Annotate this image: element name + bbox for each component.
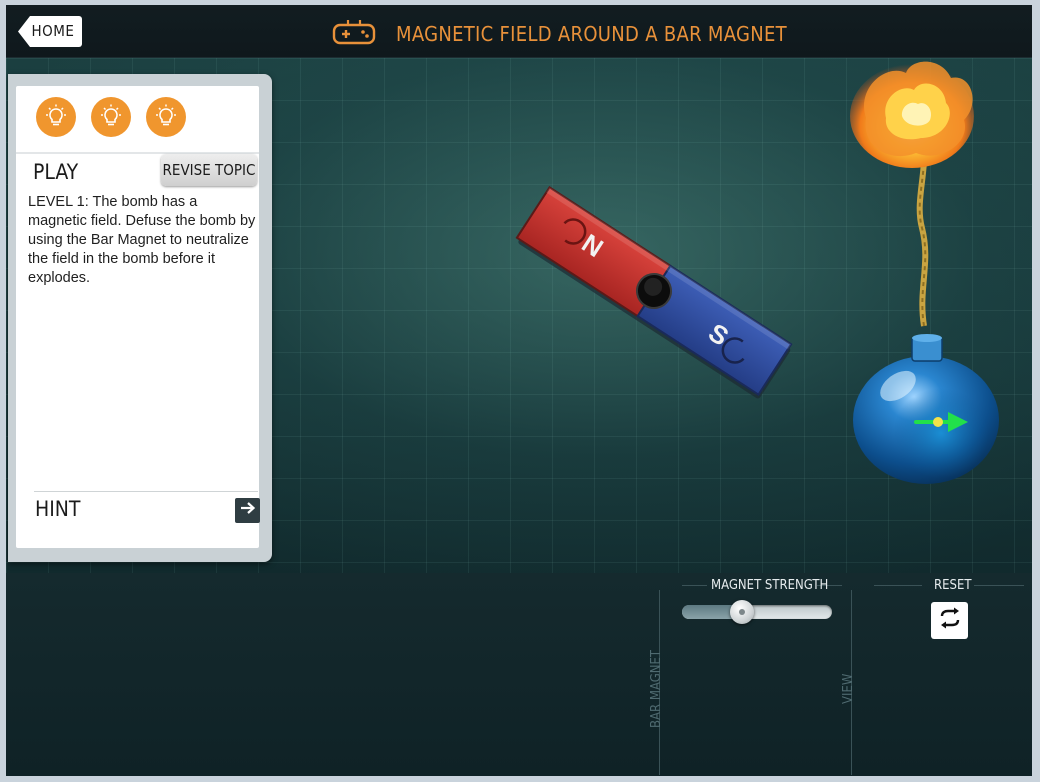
home-button[interactable]: HOME <box>18 16 82 47</box>
refresh-icon <box>939 607 961 634</box>
view-tab[interactable]: VIEW <box>841 674 856 704</box>
hint-button[interactable] <box>235 498 260 523</box>
bar-magnet-tab[interactable]: BAR MAGNET <box>649 650 664 728</box>
hint-divider <box>34 491 258 492</box>
header-bar: HOME MAGNETIC FIELD AROUND A BAR MAGNET <box>6 5 1032 58</box>
level-panel: PLAY REVISE TOPIC LEVEL 1: The bomb has … <box>8 74 272 562</box>
level-description: LEVEL 1: The bomb has a magnetic field. … <box>28 194 256 286</box>
divider-line <box>874 585 922 586</box>
hint-heading: HINT <box>35 497 81 521</box>
divider-line <box>974 585 1024 586</box>
hint-bulbs <box>36 97 186 137</box>
control-bar <box>6 573 1032 776</box>
bomb <box>853 127 999 484</box>
divider-line <box>682 585 707 586</box>
magnet-strength-label: MAGNET STRENGTH <box>711 578 829 593</box>
bar-magnet[interactable] <box>515 186 794 399</box>
slider-thumb[interactable] <box>730 600 754 624</box>
title-group: MAGNETIC FIELD AROUND A BAR MAGNET <box>332 19 787 49</box>
reset-button[interactable] <box>931 602 968 639</box>
fire-icon <box>850 61 974 168</box>
page-title: MAGNETIC FIELD AROUND A BAR MAGNET <box>396 22 787 46</box>
revise-topic-button[interactable]: REVISE TOPIC <box>161 154 257 186</box>
arrow-right-icon <box>240 501 256 520</box>
lightbulb-icon <box>146 97 186 137</box>
magnet-strength-slider[interactable] <box>682 600 832 624</box>
app-window: HOME MAGNETIC FIELD AROUND A BAR MAGNET <box>6 5 1032 776</box>
lightbulb-icon <box>36 97 76 137</box>
play-heading: PLAY <box>33 160 79 184</box>
level-panel-card: PLAY REVISE TOPIC LEVEL 1: The bomb has … <box>16 86 260 548</box>
lightbulb-icon <box>91 97 131 137</box>
gamepad-icon <box>332 19 376 50</box>
reset-label: RESET <box>934 578 972 593</box>
